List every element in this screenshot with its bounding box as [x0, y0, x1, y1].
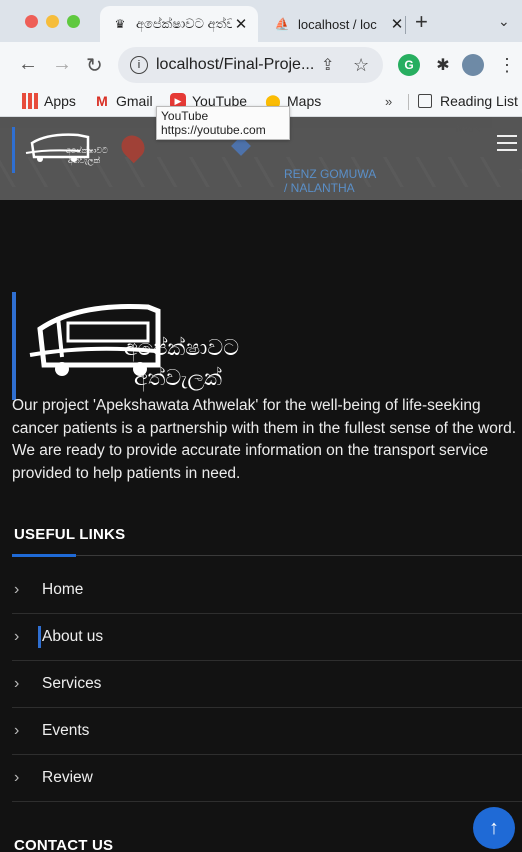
tooltip-title: YouTube	[161, 109, 209, 123]
scroll-to-top-button[interactable]: ↑	[473, 807, 515, 849]
chevron-right-icon: ›	[14, 722, 20, 739]
footer-link-label: Services	[42, 675, 102, 692]
footer-link-label: Review	[42, 769, 93, 786]
reading-list-label: Reading List	[440, 93, 518, 109]
window-zoom-button[interactable]	[67, 15, 80, 28]
tab-active[interactable]: ♛ අපේක්ෂාවට අත්වැ ✕	[100, 6, 258, 42]
map-label-2: Mark	[456, 123, 481, 135]
tab-title: අපේක්ෂාවට අත්වැ	[136, 16, 232, 31]
browser-toolbar: ← → ↻ i localhost/Final-Proje... ⇪ ☆ G ✱…	[0, 42, 522, 88]
address-url[interactable]: localhost/Final-Proje...	[156, 56, 321, 74]
footer-link-services[interactable]: › Services	[12, 661, 522, 708]
footer-logo-text2: අත්වැලක්	[134, 366, 222, 392]
page-content: RENZ GOMUWA / NALANTHA Mark අපේක්ෂාවට අත…	[0, 117, 522, 852]
bookmark-apps[interactable]: Apps	[22, 93, 76, 109]
tab-close-icon[interactable]: ✕	[388, 15, 406, 33]
useful-links-title: USEFUL LINKS	[14, 526, 126, 543]
footer-logo[interactable]: අපේක්ෂාවට අත්වැලක්	[28, 267, 268, 407]
footer-link-label: Home	[42, 581, 84, 598]
chevron-right-icon: ›	[14, 675, 20, 692]
bookmark-gmail[interactable]: M Gmail	[94, 93, 153, 109]
about-paragraph: Our project 'Apekshawata Athwelak' for t…	[12, 397, 517, 482]
header-logo-accent	[12, 127, 15, 173]
grammarly-icon[interactable]: G	[398, 54, 420, 76]
arrow-up-icon: ↑	[489, 816, 499, 839]
menu-bar-icon	[497, 142, 517, 144]
footer-link-label: About us	[37, 626, 104, 648]
reading-list-icon	[418, 94, 432, 108]
gmail-icon: M	[96, 93, 108, 109]
menu-bar-icon	[497, 135, 517, 137]
bookmark-label: Apps	[44, 93, 76, 109]
plus-icon[interactable]: +	[415, 9, 428, 35]
back-arrow-icon[interactable]: ←	[18, 53, 38, 76]
footer-link-events[interactable]: › Events	[12, 708, 522, 755]
section-title-accent	[12, 554, 76, 557]
bookmark-label: Gmail	[116, 93, 153, 109]
window-close-button[interactable]	[25, 15, 38, 28]
share-icon[interactable]: ⇪	[321, 55, 339, 75]
tab-phpmyadmin[interactable]: ⛵ localhost / loc ✕	[262, 6, 414, 42]
tab-close-icon[interactable]: ✕	[232, 15, 250, 33]
tab-divider	[405, 16, 406, 34]
footer-link-about-us[interactable]: › About us	[12, 614, 522, 661]
tab-title: localhost / loc	[298, 16, 377, 32]
forward-arrow-icon[interactable]: →	[52, 53, 72, 76]
extensions-puzzle-icon[interactable]: ✱	[432, 54, 454, 76]
window-minimize-button[interactable]	[46, 15, 59, 28]
apps-grid-icon	[22, 93, 38, 109]
section-divider	[12, 555, 522, 556]
bookmark-label: Maps	[287, 93, 322, 109]
map-label: RENZ GOMUWA / NALANTHA	[284, 167, 377, 195]
bookmark-tooltip: YouTube https://youtube.com	[156, 106, 290, 140]
info-icon[interactable]: i	[130, 56, 148, 74]
chevron-down-icon[interactable]: ⌄	[498, 13, 510, 30]
tooltip-url: https://youtube.com	[161, 123, 266, 137]
browser-tab-strip: ♛ අපේක්ෂාවට අත්වැ ✕ ⛵ localhost / loc ✕ …	[0, 0, 522, 42]
more-menu-icon[interactable]: ⋮	[496, 54, 518, 76]
site-favicon-icon: ♛	[114, 17, 126, 31]
header-logo-text1: අපේක්ෂාවට	[66, 145, 108, 156]
footer-link-home[interactable]: › Home	[12, 567, 522, 614]
bookmark-divider	[408, 94, 409, 110]
footer-link-label: Events	[42, 722, 90, 739]
phpmyadmin-favicon-icon: ⛵	[274, 17, 290, 31]
reading-list-button[interactable]: Reading List	[418, 93, 518, 109]
footer-link-review[interactable]: › Review	[12, 755, 522, 802]
more-bookmarks-icon[interactable]: »	[385, 94, 392, 109]
chevron-right-icon: ›	[14, 581, 20, 598]
chevron-right-icon: ›	[14, 769, 20, 786]
contact-us-title: CONTACT US	[14, 837, 114, 852]
reload-icon[interactable]: ↻	[86, 53, 103, 78]
chevron-right-icon: ›	[14, 628, 20, 645]
address-bar[interactable]: i localhost/Final-Proje... ⇪ ☆	[118, 47, 383, 83]
header-logo[interactable]: අපේක්ෂාවට අත්වැලක්	[18, 123, 128, 175]
footer-logo-accent	[12, 292, 16, 400]
bookmark-star-icon[interactable]: ☆	[353, 55, 371, 76]
hamburger-menu-button[interactable]	[492, 117, 522, 169]
profile-avatar[interactable]	[462, 54, 484, 76]
header-logo-text2: අත්වැලක්	[68, 155, 101, 166]
footer-logo-text1: අපේක්ෂාවට	[124, 336, 239, 362]
menu-bar-icon	[497, 149, 517, 151]
